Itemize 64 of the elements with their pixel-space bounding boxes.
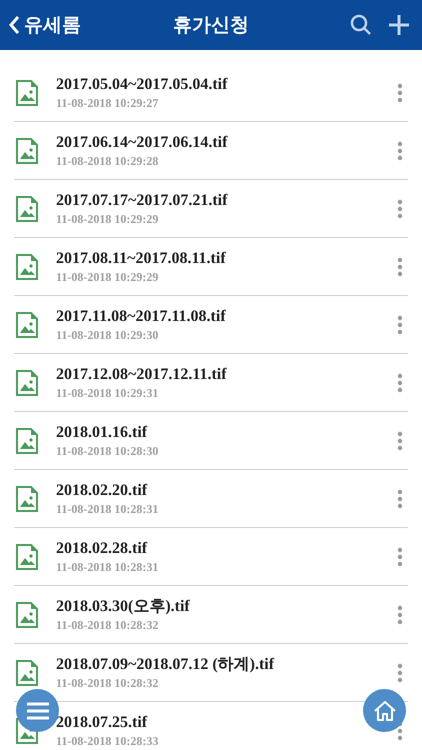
image-file-icon — [16, 602, 38, 628]
file-row[interactable]: 2017.05.04~2017.05.04.tif 11-08-2018 10:29:27 — [14, 64, 408, 122]
file-name: 2018.01.16.tif — [56, 422, 148, 442]
file-date: 11-08-2018 10:29:27 — [56, 94, 160, 110]
file-name: 2018.03.30(오후).tif — [56, 596, 191, 616]
file-name: 2018.02.28.tif — [56, 538, 148, 558]
file-date: 11-08-2018 10:28:32 — [56, 674, 160, 690]
home-button[interactable] — [363, 689, 406, 732]
file-row[interactable]: 2017.06.14~2017.06.14.tif 11-08-2018 10:29:28 — [14, 122, 408, 180]
more-options-icon[interactable] — [397, 256, 403, 276]
file-row[interactable]: 2018.01.16.tif 11-08-2018 10:28:30 — [14, 412, 408, 470]
search-icon[interactable] — [350, 14, 372, 36]
more-options-icon[interactable] — [397, 604, 403, 624]
back-button[interactable]: 유세롬 — [8, 10, 81, 40]
image-file-icon — [16, 254, 38, 280]
more-options-icon[interactable] — [397, 82, 403, 102]
file-name: 2018.02.20.tif — [56, 480, 148, 500]
more-options-icon[interactable] — [397, 662, 403, 682]
file-date: 11-08-2018 10:28:31 — [56, 500, 160, 516]
home-icon — [372, 700, 396, 722]
plus-icon[interactable] — [388, 14, 410, 36]
file-date: 11-08-2018 10:29:29 — [56, 268, 160, 284]
file-date: 11-08-2018 10:29:29 — [56, 210, 160, 226]
chevron-left-icon — [8, 15, 20, 35]
file-row[interactable]: 2017.08.11~2017.08.11.tif 11-08-2018 10:29:29 — [14, 238, 408, 296]
image-file-icon — [16, 428, 38, 454]
file-date: 11-08-2018 10:28:31 — [56, 558, 160, 574]
file-date: 11-08-2018 10:29:31 — [56, 384, 160, 400]
file-date: 11-08-2018 10:28:32 — [56, 616, 160, 632]
menu-icon — [26, 702, 48, 720]
image-file-icon — [16, 196, 38, 222]
file-row[interactable]: 2017.07.17~2017.07.21.tif 11-08-2018 10:29:29 — [14, 180, 408, 238]
image-file-icon — [16, 544, 38, 570]
file-name: 2017.11.08~2017.11.08.tif — [56, 306, 227, 326]
file-name: 2018.07.25.tif — [56, 712, 148, 732]
more-options-icon[interactable] — [397, 314, 403, 334]
more-options-icon[interactable] — [397, 488, 403, 508]
more-options-icon[interactable] — [397, 372, 403, 392]
image-file-icon — [16, 312, 38, 338]
more-options-icon[interactable] — [397, 140, 403, 160]
image-file-icon — [16, 660, 38, 686]
file-date: 11-08-2018 10:29:30 — [56, 326, 160, 342]
file-row[interactable]: 2018.02.20.tif 11-08-2018 10:28:31 — [14, 470, 408, 528]
file-date: 11-08-2018 10:28:33 — [56, 732, 160, 748]
file-name: 2017.12.08~2017.12.11.tif — [56, 364, 228, 384]
screen-title: 휴가신청 — [173, 12, 249, 38]
more-options-icon[interactable] — [397, 198, 403, 218]
more-options-icon[interactable] — [397, 430, 403, 450]
more-options-icon[interactable] — [397, 546, 403, 566]
file-row[interactable]: 2018.03.30(오후).tif 11-08-2018 10:28:32 — [14, 586, 408, 644]
file-date: 11-08-2018 10:28:30 — [56, 442, 160, 458]
image-file-icon — [16, 486, 38, 512]
image-file-icon — [16, 80, 38, 106]
image-file-icon — [16, 370, 38, 396]
file-name: 2017.07.17~2017.07.21.tif — [56, 190, 229, 210]
file-row[interactable]: 2018.02.28.tif 11-08-2018 10:28:31 — [14, 528, 408, 586]
image-file-icon — [16, 138, 38, 164]
file-name: 2017.05.04~2017.05.04.tif — [56, 74, 229, 94]
file-row[interactable]: 2017.12.08~2017.12.11.tif 11-08-2018 10:29:31 — [14, 354, 408, 412]
file-name: 2018.07.09~2018.07.12 (하계).tif — [56, 654, 276, 674]
file-row[interactable]: 2017.11.08~2017.11.08.tif 11-08-2018 10:29:30 — [14, 296, 408, 354]
file-date: 11-08-2018 10:29:28 — [56, 152, 160, 168]
file-name: 2017.08.11~2017.08.11.tif — [56, 248, 227, 268]
file-name: 2017.06.14~2017.06.14.tif — [56, 132, 229, 152]
